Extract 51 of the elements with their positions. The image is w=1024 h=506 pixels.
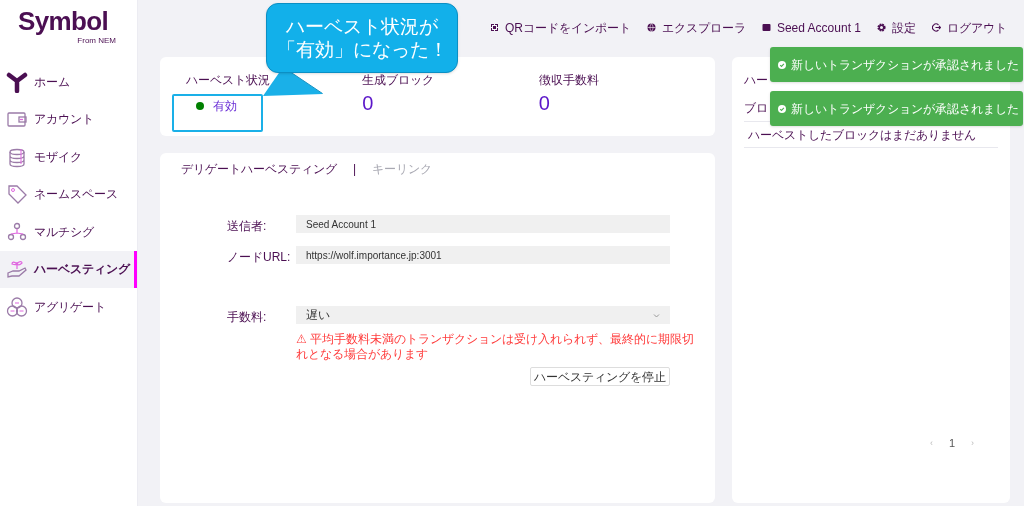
sidebar-item[interactable]: モザイク: [0, 138, 137, 176]
sidebar-item[interactable]: アカウント: [0, 100, 137, 138]
panel-title: ハー: [744, 72, 768, 89]
input-field[interactable]: https://wolf.importance.jp:3001: [296, 246, 670, 264]
header-link[interactable]: 設定: [877, 18, 916, 37]
header-link[interactable]: Seed Account 1: [761, 18, 861, 37]
wallet-icon: [761, 23, 771, 32]
stop-harvesting-button[interactable]: ハーベスティングを停止: [530, 367, 670, 386]
stat-label: 生成ブロック: [362, 73, 435, 87]
empty-message: ハーベストしたブロックはまだありません: [748, 126, 976, 144]
warning-text: ⚠ 平均手数料未満のトランザクションは受け入れられず、最終的に期限切れとなる場合があります: [296, 332, 696, 362]
logo-tagline: From NEM: [77, 36, 116, 45]
logout-icon: [932, 23, 941, 32]
field-label: ノードURL:: [227, 249, 292, 266]
stat-value: 0: [538, 91, 550, 116]
sidebar-item[interactable]: マルチシグ: [0, 213, 137, 251]
field-label: 手数料:: [227, 309, 268, 326]
sidebar-item[interactable]: ホーム: [0, 63, 137, 101]
column-header: ブロ: [744, 100, 768, 117]
chevron-down-icon: [653, 312, 660, 318]
stat-value: 0: [362, 91, 374, 116]
tag-icon: [6, 183, 28, 206]
tab[interactable]: デリゲートハーベスティング: [181, 160, 337, 178]
sidebar-item[interactable]: ネームスペース: [0, 175, 137, 213]
field-label: 送信者:: [227, 218, 268, 235]
sidebar-item[interactable]: アグリゲート: [0, 288, 137, 326]
toast-message: 新しいトランザクションが承認されました: [791, 100, 1019, 118]
qr-scan-icon: [489, 23, 499, 32]
header-link[interactable]: エクスプローラ: [646, 18, 746, 37]
header-link[interactable]: QRコードをインポート: [489, 18, 631, 37]
status-text: 有効: [213, 98, 237, 115]
sidebar-item[interactable]: ハーベスティング: [0, 250, 137, 288]
page-number[interactable]: 1: [948, 435, 955, 452]
check-circle-icon: [778, 60, 786, 69]
logo: Symbol: [18, 6, 109, 36]
people-network-icon: [6, 220, 28, 243]
callout-text: 「有効」になった！: [276, 38, 448, 61]
hand-sprout-icon: [6, 258, 28, 281]
stat-label: ハーベスト状況: [186, 73, 270, 87]
header-link[interactable]: ログアウト: [932, 18, 1007, 37]
globe-icon: [646, 23, 656, 32]
check-circle-icon: [778, 104, 786, 113]
overlapping-circles-icon: [6, 295, 28, 318]
branch-icon: [6, 70, 28, 93]
toast-message: 新しいトランザクションが承認されました: [791, 56, 1019, 74]
settings-icon: [877, 23, 886, 32]
stat-label: 徴収手数料: [538, 73, 599, 87]
fee-select[interactable]: 遅い: [296, 306, 670, 324]
callout-text: ハーベスト状況が: [286, 15, 438, 38]
tab-separator: |: [353, 161, 357, 178]
input-field[interactable]: Seed Account 1: [296, 215, 670, 233]
